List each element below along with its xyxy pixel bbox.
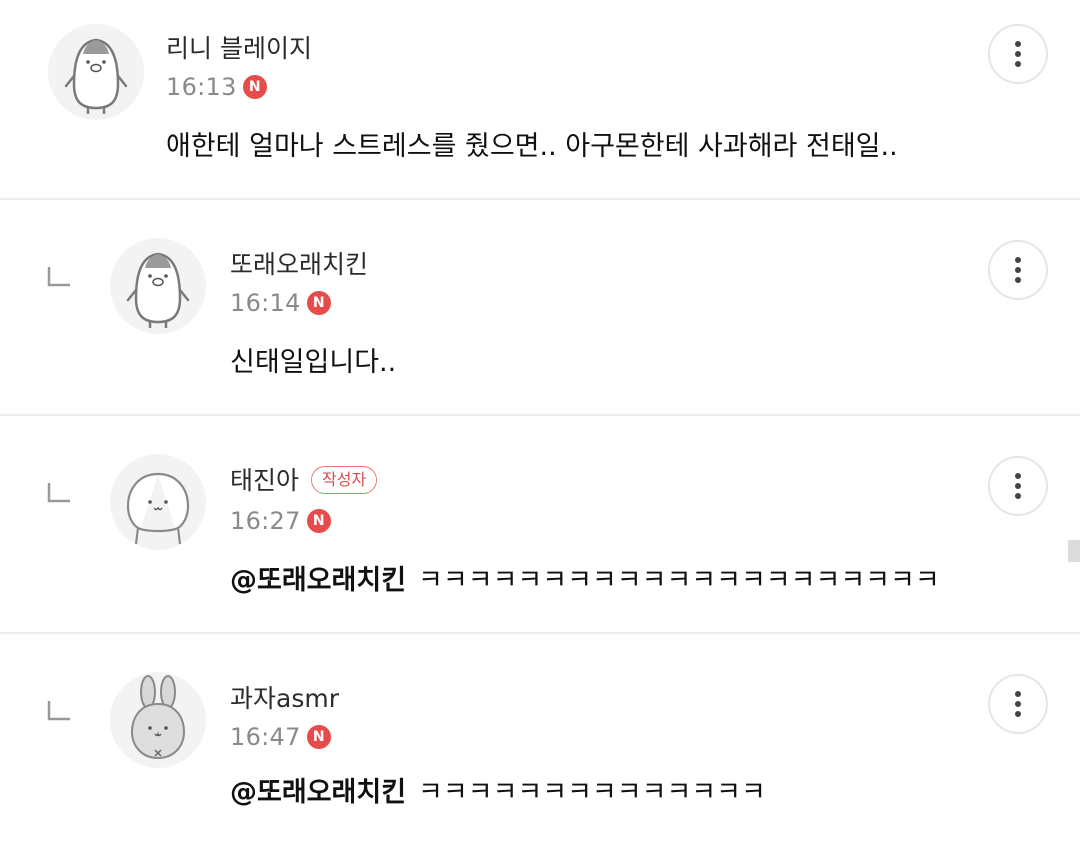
reply-item: 태진아 작성자 16:27 N @또래오래치킨 ㅋㅋㅋㅋㅋㅋㅋㅋㅋㅋㅋㅋㅋㅋㅋㅋㅋㅋ… bbox=[0, 416, 1080, 634]
blob-avatar-icon[interactable] bbox=[110, 454, 206, 550]
reply-item: 또래오래치킨 16:14 N 신태일입니다.. bbox=[0, 200, 1080, 416]
comment-meta: 16:13 N bbox=[166, 72, 267, 102]
comment-nickname[interactable]: 과자asmr bbox=[230, 684, 339, 714]
new-badge: N bbox=[306, 725, 331, 749]
reply-arrow-icon bbox=[47, 701, 70, 721]
comment-nickname[interactable]: 리니 블레이지 bbox=[166, 34, 312, 64]
comment-body: ㅋㅋㅋㅋㅋㅋㅋㅋㅋㅋㅋㅋㅋㅋ bbox=[418, 777, 766, 808]
more-vertical-icon bbox=[1015, 473, 1021, 499]
comment-time: 16:47 bbox=[230, 723, 301, 751]
mention-link[interactable]: @또래오래치킨 bbox=[230, 777, 406, 808]
more-vertical-icon bbox=[1015, 41, 1021, 67]
nickname-label: 태진아 bbox=[230, 466, 300, 495]
new-badge: N bbox=[306, 291, 331, 315]
more-options-button[interactable] bbox=[988, 240, 1048, 300]
penguin-avatar-icon[interactable] bbox=[110, 238, 206, 334]
reply-item: 과자asmr 16:47 N @또래오래치킨 ㅋㅋㅋㅋㅋㅋㅋㅋㅋㅋㅋㅋㅋㅋ bbox=[0, 634, 1080, 856]
reply-arrow-icon bbox=[47, 267, 70, 287]
comment-text: @또래오래치킨 ㅋㅋㅋㅋㅋㅋㅋㅋㅋㅋㅋㅋㅋㅋ bbox=[230, 776, 766, 810]
comment-time: 16:27 bbox=[230, 507, 301, 535]
comment-time: 16:14 bbox=[230, 289, 301, 317]
scrollbar-thumb[interactable] bbox=[1068, 540, 1080, 562]
comment-nickname[interactable]: 태진아 작성자 bbox=[230, 466, 378, 496]
reply-arrow-icon bbox=[47, 483, 70, 503]
more-options-button[interactable] bbox=[988, 456, 1048, 516]
comment-time: 16:13 bbox=[166, 73, 237, 101]
more-options-button[interactable] bbox=[988, 674, 1048, 734]
rabbit-avatar-icon[interactable] bbox=[110, 672, 206, 768]
more-options-button[interactable] bbox=[988, 24, 1048, 84]
author-badge: 작성자 bbox=[311, 466, 378, 494]
comment-meta: 16:14 N bbox=[230, 288, 331, 318]
mention-link[interactable]: @또래오래치킨 bbox=[230, 565, 406, 596]
comment-body: ㅋㅋㅋㅋㅋㅋㅋㅋㅋㅋㅋㅋㅋㅋㅋㅋㅋㅋㅋㅋㅋ bbox=[418, 565, 940, 596]
comment-nickname[interactable]: 또래오래치킨 bbox=[230, 250, 368, 280]
more-vertical-icon bbox=[1015, 257, 1021, 283]
more-vertical-icon bbox=[1015, 691, 1021, 717]
comment-text: 신태일입니다.. bbox=[230, 347, 397, 378]
comment-meta: 16:47 N bbox=[230, 722, 331, 752]
new-badge: N bbox=[242, 75, 267, 99]
comment-text: @또래오래치킨 ㅋㅋㅋㅋㅋㅋㅋㅋㅋㅋㅋㅋㅋㅋㅋㅋㅋㅋㅋㅋㅋ bbox=[230, 564, 940, 598]
comment-meta: 16:27 N bbox=[230, 506, 331, 536]
comment-text: 애한테 얼마나 스트레스를 줬으면.. 아구몬한테 사과해라 전태일.. bbox=[166, 131, 898, 162]
comment-item: 리니 블레이지 16:13 N 애한테 얼마나 스트레스를 줬으면.. 아구몬한… bbox=[0, 0, 1080, 200]
penguin-avatar-icon[interactable] bbox=[48, 24, 144, 120]
new-badge: N bbox=[306, 509, 331, 533]
